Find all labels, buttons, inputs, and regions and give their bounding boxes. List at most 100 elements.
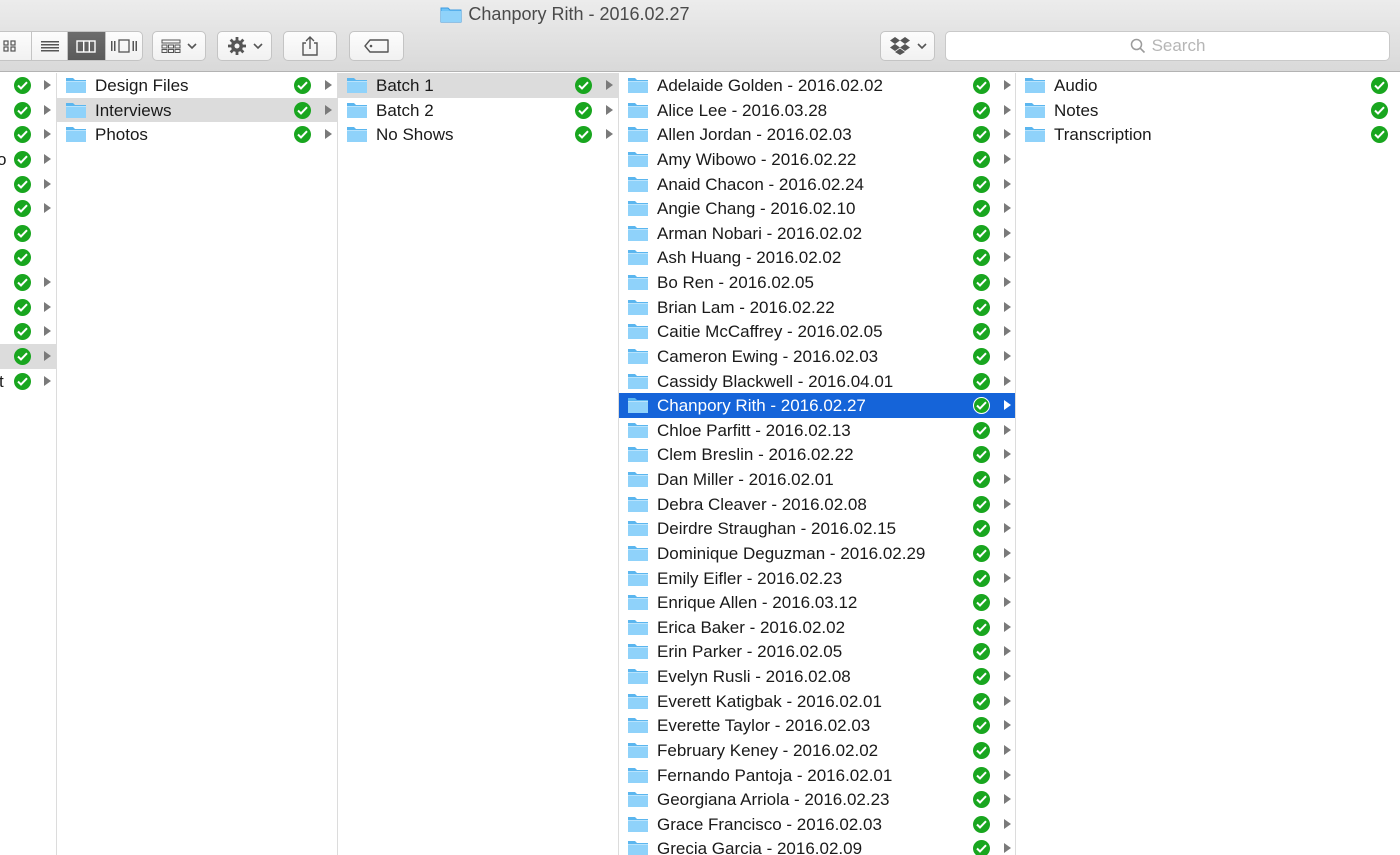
- column-level-3[interactable]: Adelaide Golden - 2016.02.02 Alice Lee - …: [619, 73, 1016, 855]
- synced-check-icon: [14, 274, 31, 291]
- folder-row[interactable]: Georgiana Arriola - 2016.02.23: [619, 787, 1015, 812]
- folder-row[interactable]: Enrique Allen - 2016.03.12: [619, 590, 1015, 615]
- folder-row[interactable]: February Keney - 2016.02.02: [619, 738, 1015, 763]
- folder-row[interactable]: Erica Baker - 2016.02.02: [619, 615, 1015, 640]
- column-level-4[interactable]: Audio Notes Transcription: [1016, 73, 1400, 855]
- disclosure-arrow-icon: [1004, 695, 1011, 706]
- folder-row[interactable]: Chloe Parfitt - 2016.02.13: [619, 418, 1015, 443]
- folder-row[interactable]: [0, 172, 56, 197]
- folder-row[interactable]: Chanpory Rith - 2016.02.27: [619, 393, 1015, 418]
- folder-name: Arman Nobari - 2016.02.02: [657, 223, 863, 243]
- folder-row[interactable]: Arman Nobari - 2016.02.02: [619, 221, 1015, 246]
- folder-name: Everette Taylor - 2016.02.03: [657, 716, 871, 736]
- disclosure-arrow-icon: [1004, 769, 1011, 780]
- folder-row[interactable]: Evelyn Rusli - 2016.02.08: [619, 664, 1015, 689]
- folder-row[interactable]: Everett Katigbak - 2016.02.01: [619, 689, 1015, 714]
- folder-row[interactable]: o: [0, 147, 56, 172]
- folder-row[interactable]: Interviews: [57, 97, 337, 123]
- folder-row[interactable]: Brian Lam - 2016.02.22: [619, 295, 1015, 320]
- folder-name: Photos: [95, 125, 148, 145]
- disclosure-arrow-icon: [1004, 621, 1011, 632]
- folder-row[interactable]: Notes: [1016, 98, 1400, 123]
- cover-flow-view-button[interactable]: [106, 32, 143, 60]
- folder-row[interactable]: Ash Huang - 2016.02.02: [619, 245, 1015, 270]
- search-field[interactable]: Search: [945, 31, 1390, 61]
- dropbox-button[interactable]: [880, 31, 935, 61]
- folder-row[interactable]: [0, 98, 56, 123]
- folder-row[interactable]: Bo Ren - 2016.02.05: [619, 270, 1015, 295]
- folder-row[interactable]: [0, 270, 56, 295]
- folder-row[interactable]: t: [0, 369, 56, 394]
- folder-row[interactable]: Photos: [57, 122, 337, 147]
- folder-row[interactable]: [0, 319, 56, 344]
- folder-row[interactable]: [0, 73, 56, 98]
- synced-check-icon: [1371, 77, 1388, 94]
- list-view-button[interactable]: [32, 32, 68, 60]
- folder-row[interactable]: Clem Breslin - 2016.02.22: [619, 442, 1015, 467]
- action-button[interactable]: [217, 31, 272, 61]
- folder-row[interactable]: Cameron Ewing - 2016.02.03: [619, 344, 1015, 369]
- arrange-button[interactable]: [152, 31, 206, 61]
- folder-row[interactable]: Caitie McCaffrey - 2016.02.05: [619, 319, 1015, 344]
- folder-row[interactable]: Dominique Deguzman - 2016.02.29: [619, 541, 1015, 566]
- folder-row[interactable]: Debra Cleaver - 2016.02.08: [619, 492, 1015, 517]
- folder-row[interactable]: Emily Eifler - 2016.02.23: [619, 566, 1015, 591]
- folder-row[interactable]: Adelaide Golden - 2016.02.02: [619, 73, 1015, 98]
- folder-icon: [628, 422, 648, 438]
- folder-row[interactable]: Cassidy Blackwell - 2016.04.01: [619, 369, 1015, 394]
- folder-row[interactable]: Transcription: [1016, 122, 1400, 147]
- folder-row[interactable]: Amy Wibowo - 2016.02.22: [619, 147, 1015, 172]
- folder-row[interactable]: Grecia Garcia - 2016.02.09: [619, 836, 1015, 855]
- folder-row[interactable]: No Shows: [338, 122, 618, 147]
- tags-button[interactable]: [349, 31, 404, 61]
- column-level-2[interactable]: Batch 1 Batch 2 No Shows: [338, 73, 619, 855]
- folder-row[interactable]: [0, 196, 56, 221]
- synced-check-icon: [14, 372, 31, 390]
- synced-check-icon: [973, 840, 990, 855]
- disclosure-arrow-icon: [44, 375, 51, 386]
- folder-row[interactable]: Erin Parker - 2016.02.05: [619, 639, 1015, 664]
- folder-row[interactable]: Angie Chang - 2016.02.10: [619, 196, 1015, 221]
- folder-icon: [628, 693, 648, 709]
- folder-name: Chanpory Rith - 2016.02.27: [657, 396, 866, 416]
- folder-row[interactable]: Batch 1: [338, 73, 618, 98]
- column-view-button[interactable]: [67, 32, 106, 60]
- disclosure-arrow-icon: [325, 104, 332, 115]
- folder-name: Angie Chang - 2016.02.10: [657, 199, 856, 219]
- folder-row[interactable]: Design Files: [57, 73, 337, 98]
- folder-row[interactable]: [0, 122, 56, 147]
- share-button[interactable]: [283, 31, 337, 61]
- folder-icon: [628, 348, 648, 364]
- synced-check-icon: [575, 77, 592, 94]
- folder-row[interactable]: Anaid Chacon - 2016.02.24: [619, 172, 1015, 197]
- folder-icon: [66, 127, 86, 143]
- column-root[interactable]: ot: [0, 73, 57, 855]
- column-level-1[interactable]: Design Files Interviews Photos: [57, 73, 338, 855]
- folder-row[interactable]: [0, 343, 56, 369]
- disclosure-arrow-icon: [1004, 597, 1011, 608]
- folder-row[interactable]: Grace Francisco - 2016.02.03: [619, 812, 1015, 837]
- folder-icon: [628, 447, 648, 463]
- folder-row[interactable]: [0, 295, 56, 320]
- disclosure-arrow-icon: [325, 80, 332, 90]
- folder-row[interactable]: [0, 221, 56, 246]
- folder-row[interactable]: Batch 2: [338, 98, 618, 123]
- list-icon: [40, 41, 59, 52]
- disclosure-arrow-icon: [1004, 794, 1011, 805]
- synced-check-icon: [575, 101, 592, 119]
- folder-row[interactable]: Deirdre Straughan - 2016.02.15: [619, 516, 1015, 541]
- folder-row[interactable]: Dan Miller - 2016.02.01: [619, 467, 1015, 492]
- icon-view-button[interactable]: [0, 32, 33, 60]
- folder-row[interactable]: Everette Taylor - 2016.02.03: [619, 713, 1015, 738]
- folder-row[interactable]: Fernando Pantoja - 2016.02.01: [619, 763, 1015, 788]
- synced-check-icon: [973, 692, 990, 710]
- folder-row[interactable]: Allen Jordan - 2016.02.03: [619, 122, 1015, 147]
- disclosure-arrow-icon: [44, 203, 51, 214]
- folder-row[interactable]: Audio: [1016, 73, 1400, 98]
- disclosure-arrow-icon: [1004, 178, 1011, 189]
- folder-name: Ash Huang - 2016.02.02: [657, 248, 842, 268]
- disclosure-arrow-icon: [1004, 671, 1011, 681]
- folder-row[interactable]: Alice Lee - 2016.03.28: [619, 98, 1015, 123]
- folder-row[interactable]: [0, 245, 56, 270]
- folder-name: Transcription: [1054, 125, 1152, 145]
